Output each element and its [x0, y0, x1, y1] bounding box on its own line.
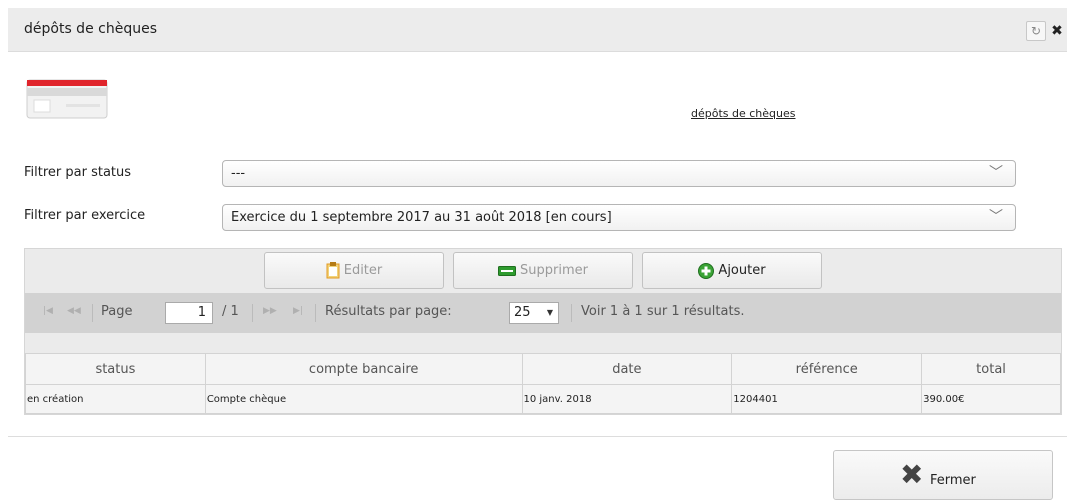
- page-number-input[interactable]: 1: [165, 302, 213, 324]
- header-link[interactable]: dépôts de chèques: [691, 107, 796, 120]
- window-titlebar: dépôts de chèques ↻ ✖: [8, 8, 1067, 52]
- minus-icon: [498, 265, 517, 276]
- pager-separator: [252, 304, 253, 322]
- per-page-value: 25: [514, 305, 531, 320]
- per-page-select[interactable]: 25 ▼: [509, 302, 559, 324]
- total-pages: / 1: [222, 304, 239, 319]
- per-page-label: Résultats par page:: [325, 304, 452, 319]
- delete-button[interactable]: Supprimer: [453, 252, 633, 289]
- cell-status: en création: [25, 384, 206, 414]
- status-filter-value: ---: [231, 166, 246, 181]
- table-header-row: status compte bancaire date référence to…: [25, 353, 1061, 385]
- next-page-icon[interactable]: ▶▶: [263, 306, 277, 316]
- exercice-filter-label: Filtrer par exercice: [24, 208, 146, 223]
- status-filter-label: Filtrer par status: [24, 165, 132, 180]
- cell-date: 10 janv. 2018: [521, 384, 733, 414]
- plus-icon: [698, 262, 715, 279]
- close-x-icon: ✖: [900, 458, 924, 491]
- pager-bar: |◀ ◀◀ Page 1 / 1 ▶▶ ▶| Résultats par pag…: [25, 293, 1061, 333]
- close-icon[interactable]: ✖: [1047, 21, 1067, 41]
- last-page-icon[interactable]: ▶|: [293, 306, 303, 316]
- add-button-label: Ajouter: [718, 263, 766, 278]
- exercice-filter-value: Exercice du 1 septembre 2017 au 31 août …: [231, 210, 612, 225]
- deposits-grid: Editer Supprimer Ajouter |◀ ◀◀ Page 1 / …: [24, 248, 1062, 415]
- page-label: Page: [101, 304, 133, 319]
- cell-total: 390.00€: [921, 384, 1061, 414]
- cell-reference: 1204401: [731, 384, 923, 414]
- exercice-filter-select[interactable]: Exercice du 1 septembre 2017 au 31 août …: [222, 204, 1016, 231]
- delete-button-label: Supprimer: [520, 263, 588, 278]
- cell-bank-account: Compte chèque: [204, 384, 523, 414]
- prev-page-icon[interactable]: ◀◀: [67, 306, 81, 316]
- column-header-total[interactable]: total: [921, 353, 1061, 385]
- bank-card-icon: [26, 79, 108, 119]
- restore-icon[interactable]: ↻: [1026, 21, 1046, 41]
- pager-separator: [92, 304, 93, 322]
- chevron-down-icon: ﹀: [989, 209, 1003, 225]
- results-summary: Voir 1 à 1 sur 1 résultats.: [581, 304, 745, 319]
- pager-separator: [571, 304, 572, 322]
- column-header-bank-account[interactable]: compte bancaire: [204, 353, 523, 385]
- pager-separator: [315, 304, 316, 322]
- dropdown-arrow-icon: ▼: [546, 308, 553, 317]
- status-filter-select[interactable]: --- ﹀: [222, 160, 1016, 187]
- window-title: dépôts de chèques: [24, 21, 157, 37]
- close-button-label: Fermer: [930, 473, 976, 488]
- chevron-down-icon: ﹀: [989, 165, 1003, 181]
- column-header-date[interactable]: date: [521, 353, 733, 385]
- clipboard-icon: [326, 262, 340, 279]
- column-header-reference[interactable]: référence: [731, 353, 923, 385]
- edit-button[interactable]: Editer: [264, 252, 444, 289]
- deposits-table: status compte bancaire date référence to…: [25, 353, 1061, 414]
- edit-button-label: Editer: [343, 263, 383, 278]
- footer-divider: [8, 436, 1067, 437]
- table-row[interactable]: en création Compte chèque 10 janv. 2018 …: [25, 384, 1061, 414]
- close-button[interactable]: ✖ Fermer: [833, 450, 1053, 500]
- add-button[interactable]: Ajouter: [642, 252, 822, 289]
- first-page-icon[interactable]: |◀: [43, 306, 53, 316]
- column-header-status[interactable]: status: [25, 353, 206, 385]
